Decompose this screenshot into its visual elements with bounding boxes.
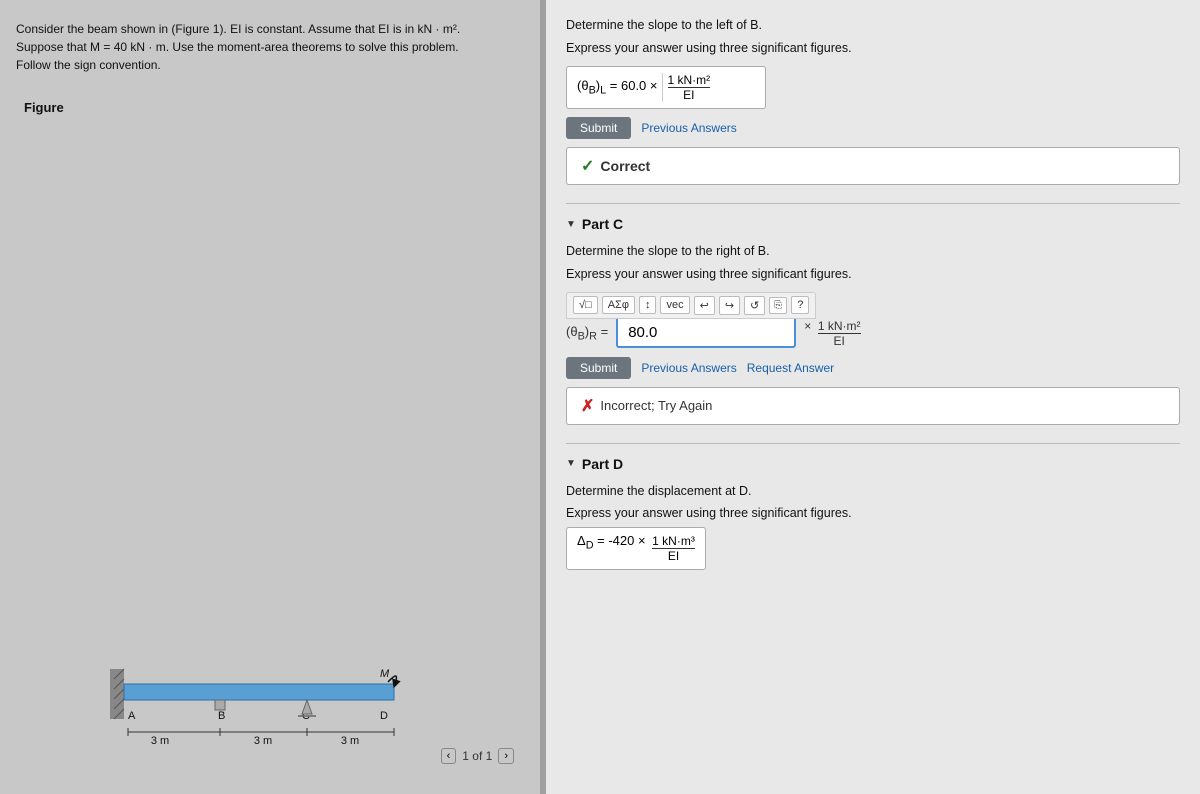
section-divider-cd [566, 443, 1180, 444]
right-panel: Determine the slope to the left of B. Ex… [546, 0, 1200, 794]
section-divider-bc [566, 203, 1180, 204]
vec-button[interactable]: vec [660, 296, 689, 314]
moment-label: M [380, 668, 390, 680]
beam-diagram: A B C D M 3 m [80, 574, 460, 754]
part-c-request-answer-link[interactable]: Request Answer [747, 361, 834, 375]
help-button[interactable]: ? [791, 296, 809, 314]
part-c-prev-answers-link[interactable]: Previous Answers [641, 361, 736, 375]
support-b [215, 700, 225, 710]
part-b-submit-row: Submit Previous Answers [566, 117, 1180, 139]
x-icon: ✗ [581, 396, 594, 416]
part-d-triangle-icon: ▼ [566, 458, 576, 469]
part-b-correct-box: ✓ Correct [566, 147, 1180, 185]
figure-area: Figure A B C D M [16, 90, 524, 774]
part-d-answer-row: ΔD = -420 × 1 kN·m³ EI [566, 527, 1180, 570]
part-d-unit: 1 kN·m³ EI [652, 534, 695, 564]
part-b-section: Determine the slope to the left of B. Ex… [566, 16, 1180, 185]
part-b-answer-row: (θB)L = 60.0 × 1 kN·m² EI [566, 66, 1180, 110]
part-d-prefix: ΔD = -420 × [577, 533, 649, 548]
redo-button[interactable]: ↪ [719, 296, 740, 315]
part-c-incorrect-box: ✗ Incorrect; Try Again [566, 387, 1180, 425]
problem-line1: Consider the beam shown in (Figure 1). E… [16, 22, 460, 36]
beam-body [124, 684, 394, 700]
part-d-section: ▼ Part D Determine the displacement at D… [566, 456, 1180, 570]
part-c-header: ▼ Part C [566, 216, 1180, 232]
part-c-unit: × 1 kN·m² EI [804, 319, 860, 349]
refresh-button[interactable]: ↺ [744, 296, 765, 315]
dim-ab-label: 3 m [151, 735, 169, 747]
part-b-submit-button[interactable]: Submit [566, 117, 631, 139]
point-d-label: D [380, 710, 388, 722]
part-c-submit-row: Submit Previous Answers Request Answer [566, 357, 1180, 379]
part-b-desc1: Determine the slope to the left of B. [566, 16, 1180, 35]
part-d-title: Part D [582, 456, 623, 472]
problem-description: Consider the beam shown in (Figure 1). E… [16, 20, 524, 74]
part-c-input-area: √□ AΣφ ↕ vec ↩ ↪ ↺ ⎘ ? (θB)R = 80.0 × [566, 292, 1180, 349]
problem-line2: Suppose that M = 40 kN · m. Use the mome… [16, 40, 459, 54]
incorrect-text: Incorrect; Try Again [600, 398, 712, 413]
dim-cd-label: 3 m [341, 735, 359, 747]
checkmark-icon: ✓ [581, 156, 594, 176]
updown-button[interactable]: ↕ [639, 296, 657, 314]
prev-page-button[interactable]: ‹ [441, 748, 457, 764]
part-b-answer-prefix: (θB)L = 60.0 × [577, 78, 658, 97]
undo-button[interactable]: ↩ [694, 296, 715, 315]
correct-text: Correct [600, 158, 650, 174]
math-toolbar: √□ AΣφ ↕ vec ↩ ↪ ↺ ⎘ ? [566, 292, 816, 319]
part-c-section: ▼ Part C Determine the slope to the righ… [566, 216, 1180, 424]
editor-button[interactable]: ⎘ [769, 297, 787, 314]
part-b-unit: 1 kN·m² EI [662, 73, 711, 103]
left-panel: Consider the beam shown in (Figure 1). E… [0, 0, 540, 794]
part-d-desc1: Determine the displacement at D. [566, 482, 1180, 501]
part-c-title: Part C [582, 216, 623, 232]
part-c-triangle-icon: ▼ [566, 219, 576, 230]
dim-bc-label: 3 m [254, 735, 272, 747]
part-c-math-input-row: (θB)R = 80.0 × 1 kN·m² EI [566, 319, 1180, 349]
part-c-value: 80.0 [628, 324, 657, 341]
sqrt-button[interactable]: √□ [573, 296, 598, 314]
point-a-label: A [128, 710, 136, 722]
part-c-input-field[interactable]: 80.0 [616, 319, 796, 348]
part-c-desc2: Express your answer using three signific… [566, 265, 1180, 284]
asigma-button[interactable]: AΣφ [602, 296, 635, 314]
support-c [302, 700, 312, 714]
figure-label: Figure [24, 100, 64, 115]
part-b-desc2: Express your answer using three signific… [566, 39, 1180, 58]
page-indicator: 1 of 1 [462, 749, 492, 763]
part-b-prev-answers-link[interactable]: Previous Answers [641, 121, 736, 135]
page-nav: ‹ 1 of 1 › [441, 748, 514, 764]
part-b-answer-box: (θB)L = 60.0 × 1 kN·m² EI [566, 66, 766, 110]
part-d-header: ▼ Part D [566, 456, 1180, 472]
moment-arrow [388, 676, 396, 684]
part-c-desc1: Determine the slope to the right of B. [566, 242, 1180, 261]
point-b-label: B [218, 710, 225, 722]
part-d-desc2: Express your answer using three signific… [566, 504, 1180, 523]
part-c-prefix: (θB)R = [566, 324, 608, 343]
problem-line3: Follow the sign convention. [16, 58, 161, 72]
next-page-button[interactable]: › [498, 748, 514, 764]
part-d-answer-box: ΔD = -420 × 1 kN·m³ EI [566, 527, 706, 570]
part-c-submit-button[interactable]: Submit [566, 357, 631, 379]
